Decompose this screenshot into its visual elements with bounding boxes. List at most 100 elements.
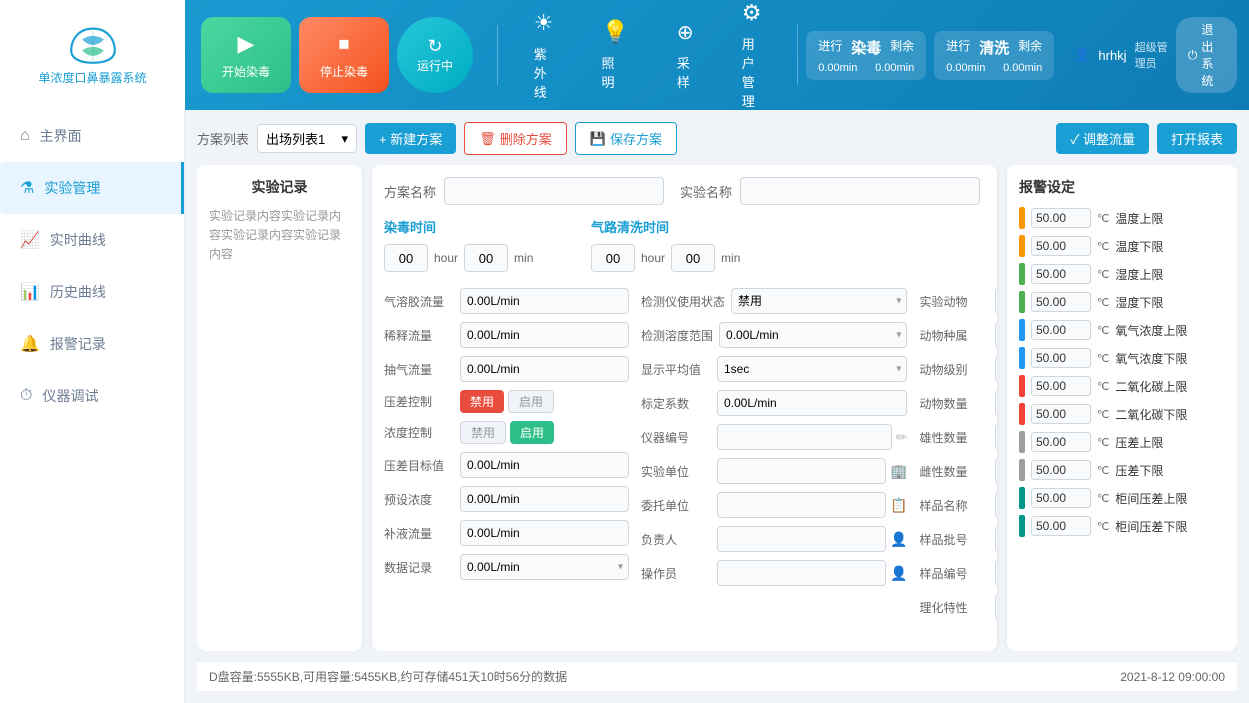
row-exp-animal: 实验动物 (919, 284, 997, 318)
clean-min-input[interactable] (671, 244, 715, 272)
preset-conc-input[interactable] (460, 486, 629, 512)
sample-no-input[interactable] (995, 560, 997, 586)
running-status-button[interactable]: ↻ 运行中 (397, 17, 473, 93)
open-report-button[interactable]: 打开报表 (1157, 123, 1237, 154)
sterilize-status-panel: 进行 染毒 剩余 0.00min 0.00min (806, 31, 926, 80)
exp-record-card: 实验记录 实验记录内容实验记录内容实验记录内容实验记录内容 (197, 165, 362, 651)
sidebar-item-exp[interactable]: ⚗ 实验管理 (0, 162, 184, 214)
sidebar-label-instrument: 仪器调试 (42, 386, 98, 406)
row-calib-coef: 标定系数 (641, 386, 907, 420)
sidebar: ⌂ 主界面 ⚗ 实验管理 📈 实时曲线 📊 历史曲线 🔔 报警记录 ⏱ 仪器调试 (0, 110, 185, 703)
alert-value-5[interactable]: 50.00 (1031, 348, 1091, 368)
save-icon: 💾 (590, 131, 606, 147)
adjust-flow-button[interactable]: ✓ 调整流量 (1056, 123, 1149, 154)
save-scheme-button[interactable]: 💾 保存方案 (575, 122, 677, 155)
responsible-input[interactable] (717, 526, 886, 552)
sterilize-hour-input[interactable] (384, 244, 428, 272)
start-sterilize-button[interactable]: ▶ 开始染毒 (201, 17, 291, 93)
exit-button[interactable]: ⏻ 退出系统 (1176, 17, 1237, 93)
exp-unit-input[interactable] (717, 458, 886, 484)
liquid-flow-input[interactable] (460, 520, 629, 546)
alert-unit-1: ℃ (1097, 240, 1109, 253)
stop-icon: ⏹ (338, 31, 349, 57)
alert-value-0[interactable]: 50.00 (1031, 208, 1091, 228)
pressure-target-input[interactable] (460, 452, 629, 478)
main-form-card: 方案名称 实验名称 染毒时间 hour (372, 165, 997, 651)
pressure-ctrl-enable-btn[interactable]: 启用 (508, 390, 554, 413)
sterilize-min-input[interactable] (464, 244, 508, 272)
detect-range-select[interactable]: 0.00L/min (719, 322, 907, 348)
alert-value-4[interactable]: 50.00 (1031, 320, 1091, 340)
alert-label-6: 二氧化碳上限 (1115, 378, 1225, 395)
stop-sterilize-button[interactable]: ⏹ 停止染毒 (299, 17, 389, 93)
sample-batch-input[interactable] (995, 526, 997, 552)
status-panels: 进行 染毒 剩余 0.00min 0.00min 进行 清洗 剩余 0.00mi… (806, 31, 1054, 80)
alert-value-9[interactable]: 50.00 (1031, 460, 1091, 480)
clean-hour-input[interactable] (591, 244, 635, 272)
new-scheme-button[interactable]: + 新建方案 (365, 123, 456, 154)
entrust-unit-icon: 📋 (890, 497, 907, 514)
scheme-name-input[interactable] (444, 177, 664, 205)
alert-value-1[interactable]: 50.00 (1031, 236, 1091, 256)
delete-scheme-button[interactable]: 🗑 删除方案 (464, 122, 567, 155)
sidebar-item-home[interactable]: ⌂ 主界面 (0, 110, 184, 162)
animal-count-input[interactable] (995, 390, 997, 416)
aerosol-flow-input[interactable] (460, 288, 629, 314)
sidebar-item-realtime[interactable]: 📈 实时曲线 (0, 214, 184, 266)
nav-sample[interactable]: ⊕ 采 样 (665, 12, 706, 99)
exp-record-content: 实验记录内容实验记录内容实验记录内容实验记录内容 (209, 207, 350, 265)
animal-species-input[interactable] (995, 322, 997, 348)
data-record-select[interactable]: 0.00L/min (460, 554, 629, 580)
clean-time-section: 气路清洗时间 hour min (591, 217, 778, 272)
dilute-flow-input[interactable] (460, 322, 629, 348)
entrust-unit-input[interactable] (717, 492, 886, 518)
datetime: 2021-8-12 09:00:00 (1120, 670, 1225, 684)
alert-value-10[interactable]: 50.00 (1031, 488, 1091, 508)
alert-value-8[interactable]: 50.00 (1031, 432, 1091, 452)
alert-value-7[interactable]: 50.00 (1031, 404, 1091, 424)
chevron-down-icon: ▾ (341, 131, 348, 147)
nav-uv[interactable]: ☀ 紫外线 (522, 2, 566, 109)
animal-level-input[interactable] (995, 356, 997, 382)
sidebar-item-instrument[interactable]: ⏱ 仪器调试 (0, 370, 184, 422)
calib-coef-input[interactable] (717, 390, 907, 416)
alert-bar-4 (1019, 319, 1025, 341)
form-col3: 实验动物 动物种属 动物级别 动物数量 (919, 284, 997, 624)
realtime-icon: 📈 (20, 230, 40, 250)
avg-display-select[interactable]: 1sec (717, 356, 907, 382)
sterilize-time-label: 染毒时间 (384, 217, 571, 236)
conc-ctrl-enable-btn[interactable]: 启用 (510, 421, 554, 444)
app-title: 单浓度口鼻暴露系统 (38, 69, 146, 86)
exhaust-flow-label: 抽气流量 (384, 361, 454, 378)
detect-range-label: 检测溶度范围 (641, 327, 713, 344)
alert-value-3[interactable]: 50.00 (1031, 292, 1091, 312)
alert-value-6[interactable]: 50.00 (1031, 376, 1091, 396)
operator-input[interactable] (717, 560, 886, 586)
nav-light[interactable]: 💡 照 明 (590, 11, 641, 99)
alert-value-11[interactable]: 50.00 (1031, 516, 1091, 536)
logo-area: 单浓度口鼻暴露系统 (0, 0, 185, 110)
nav-user-mgmt[interactable]: ⚙ 用户管理 (730, 0, 774, 118)
sidebar-label-exp: 实验管理 (44, 178, 100, 198)
instrument-no-input[interactable] (717, 424, 892, 450)
scheme-select[interactable]: 出场列表1 ▾ (257, 124, 357, 153)
sidebar-item-history[interactable]: 📊 历史曲线 (0, 266, 184, 318)
female-count-input[interactable] (995, 458, 997, 484)
alert-unit-0: ℃ (1097, 212, 1109, 225)
male-count-input[interactable] (995, 424, 997, 450)
conc-ctrl-disable-btn[interactable]: 禁用 (460, 421, 506, 444)
sidebar-item-alarm[interactable]: 🔔 报警记录 (0, 318, 184, 370)
exp-animal-input[interactable] (995, 288, 997, 314)
exhaust-flow-input[interactable] (460, 356, 629, 382)
sample-name-input[interactable] (995, 492, 997, 518)
alert-bar-6 (1019, 375, 1025, 397)
alert-value-2[interactable]: 50.00 (1031, 264, 1091, 284)
alert-label-11: 柜间压差下限 (1115, 518, 1225, 535)
running-icon: ↻ (427, 36, 442, 57)
physicochemical-input[interactable] (995, 594, 997, 620)
pressure-ctrl-disable-btn[interactable]: 禁用 (460, 390, 504, 413)
detector-status-select[interactable]: 禁用 (731, 288, 907, 314)
exp-name-input[interactable] (740, 177, 980, 205)
sidebar-label-alarm: 报警记录 (50, 334, 106, 354)
animal-species-label: 动物种属 (919, 327, 989, 344)
